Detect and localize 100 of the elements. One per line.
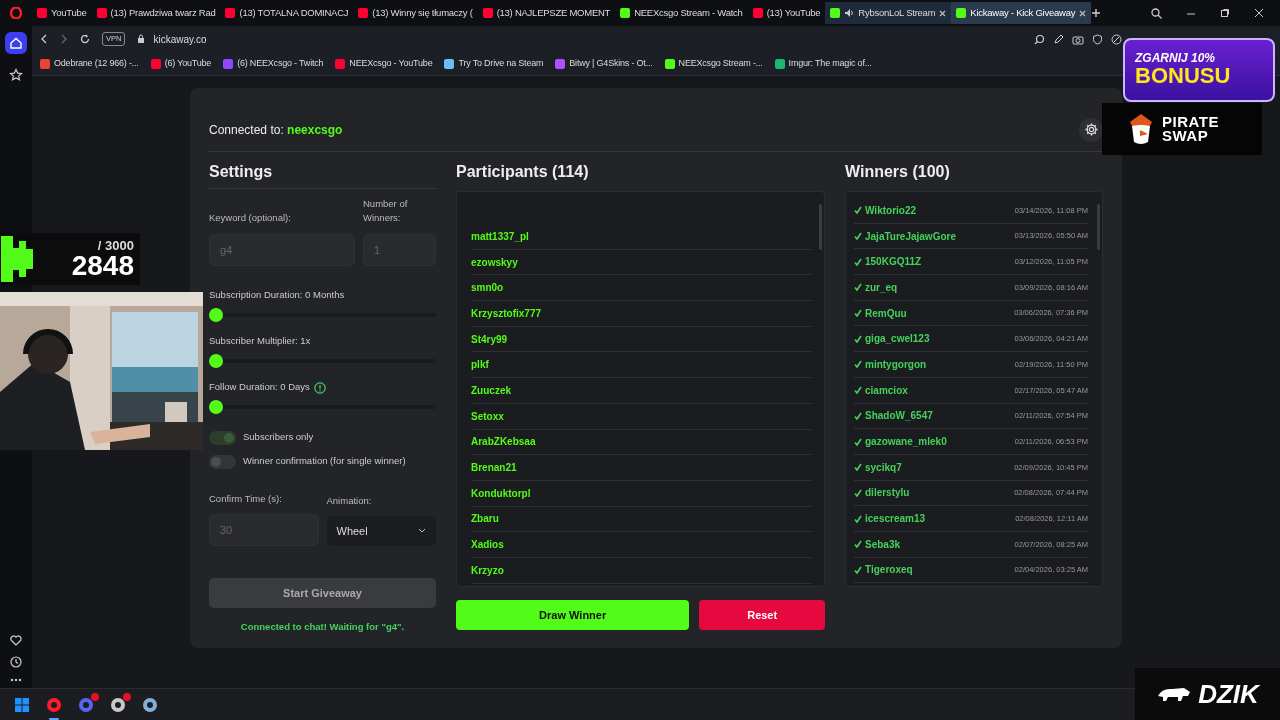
- more-icon[interactable]: [10, 678, 22, 682]
- bookmark-link[interactable]: NEEXcsgo - YouTube: [349, 56, 433, 71]
- close-icon[interactable]: [1254, 8, 1264, 18]
- field-label: Animation:: [326, 493, 373, 508]
- browser-tab[interactable]: (13) NAJLEPSZE MOMENT: [477, 2, 616, 24]
- goal-count: 2848: [71, 251, 134, 280]
- browser-tab[interactable]: (13) Prawdziwa twarz Rad: [91, 2, 221, 24]
- bookmark-link[interactable]: (6) NEEXcsgo - Twitch: [237, 56, 324, 71]
- forward-icon[interactable]: [60, 34, 68, 44]
- participant-name: Zuuczek: [471, 378, 812, 404]
- restore-icon[interactable]: [1220, 8, 1230, 18]
- browser-tab[interactable]: (13) Winny się tłumaczy (: [353, 2, 478, 24]
- participant-name: ezowskyy: [471, 249, 812, 276]
- bookmark-link[interactable]: (6) YouTube: [164, 56, 212, 71]
- participant-name: Xadios: [471, 532, 812, 558]
- check-icon: [854, 206, 862, 215]
- check-icon: [854, 463, 862, 472]
- participant-name: Zbaru: [471, 506, 812, 533]
- app-icon[interactable]: [142, 696, 158, 713]
- clock-icon[interactable]: [10, 656, 22, 668]
- slider-thumb[interactable]: [209, 353, 223, 368]
- participant-name: St4ry99: [471, 326, 812, 353]
- search-icon[interactable]: [1034, 33, 1045, 45]
- winner-name: gazowane_mlek0: [865, 435, 948, 450]
- winner-name: mintygorgon: [865, 357, 928, 372]
- address-field[interactable]: kickaway.co: [153, 31, 207, 47]
- block-icon[interactable]: [1111, 33, 1122, 45]
- check-icon: [854, 386, 862, 395]
- app-icon[interactable]: [46, 696, 62, 713]
- participant-name: Setoxx: [471, 403, 812, 430]
- winner-name: icescream13: [865, 512, 927, 527]
- lock-icon: [137, 34, 146, 44]
- back-icon[interactable]: [40, 34, 48, 44]
- bookmark-link[interactable]: Try To Drive na Steam: [458, 56, 544, 71]
- toggle-label: Winner confirmation (for single winner): [243, 454, 406, 469]
- toggle-switch[interactable]: [209, 430, 236, 445]
- slider-thumb[interactable]: [209, 307, 223, 322]
- winner-name: JajaTureJajawGore: [865, 229, 957, 244]
- check-icon: [854, 309, 862, 318]
- pencil-icon[interactable]: [1053, 33, 1064, 45]
- winner-name: sycikq7: [865, 460, 903, 475]
- sponsor-text: PIRATE: [1162, 114, 1219, 129]
- winner-name: Seba3k: [865, 537, 902, 552]
- chat-status: Connected to chat! Waiting for "g4".: [239, 619, 406, 634]
- draw-winner-button[interactable]: Draw Winner: [456, 600, 690, 630]
- promo-text: BONUSU: [1135, 64, 1232, 88]
- bookmark-link[interactable]: Odebrane (12 966) -...: [54, 56, 139, 71]
- winner-name: ShadoW_6547: [865, 409, 934, 424]
- settings-button[interactable]: [1079, 117, 1103, 142]
- brand-text: DZIK: [1198, 677, 1259, 711]
- participant-name: Konduktorpl: [471, 480, 812, 507]
- bookmark-link[interactable]: Bitwy | G4Skins - Ot...: [569, 56, 653, 71]
- browser-tab[interactable]: YouTube: [32, 2, 92, 24]
- opera-logo-icon[interactable]: [10, 7, 22, 19]
- reset-button[interactable]: Reset: [699, 600, 825, 630]
- browser-tab[interactable]: RybsonLoL Stream: [825, 2, 952, 24]
- plus-icon[interactable]: [1091, 8, 1102, 18]
- section-heading: Winners (100): [845, 162, 951, 182]
- camera-icon[interactable]: [1072, 33, 1084, 45]
- caret-icon: [418, 528, 426, 534]
- reload-icon[interactable]: [80, 34, 90, 44]
- browser-tab[interactable]: Kickaway - Kick Giveaway: [951, 2, 1092, 24]
- browser-tab[interactable]: (13) YouTube: [747, 2, 826, 24]
- speaker-icon[interactable]: [844, 8, 855, 18]
- check-icon: [854, 565, 862, 574]
- shield-icon[interactable]: [1092, 33, 1103, 45]
- check-icon: [854, 283, 862, 292]
- browser-tab[interactable]: NEEXcsgo Stream - Watch: [615, 2, 748, 24]
- close-icon[interactable]: [939, 9, 947, 17]
- bookmark-link[interactable]: Imgur: The magic of...: [788, 56, 872, 71]
- bookmark-link[interactable]: NEEXcsgo Stream -...: [678, 56, 763, 71]
- sponsor-text: SWAP: [1162, 129, 1210, 144]
- field-label: Number of Winners:: [363, 197, 409, 226]
- check-icon: [854, 540, 862, 549]
- winner-name: 150KGQ11Z: [865, 255, 923, 270]
- winner-name: zur_eq: [865, 280, 899, 295]
- toggle-switch[interactable]: [209, 454, 236, 469]
- field-label: Keyword (optional):: [209, 211, 292, 226]
- check-icon: [854, 257, 862, 266]
- check-icon: [854, 360, 862, 369]
- star-icon[interactable]: [9, 68, 23, 82]
- toggle-label: Subscribers only: [243, 430, 314, 445]
- heart-icon[interactable]: [10, 634, 22, 646]
- slider-thumb[interactable]: [209, 399, 223, 414]
- start-icon[interactable]: [14, 696, 30, 713]
- slider-label: Subscriber Multiplier: 1x: [209, 334, 311, 349]
- section-heading: Participants (114): [456, 162, 590, 182]
- app-icon[interactable]: [110, 696, 126, 713]
- browser-tab[interactable]: (13) TOTALNA DOMINACJ: [220, 2, 354, 24]
- goal-total: / 3000: [97, 238, 134, 252]
- slider-label: Subscription Duration: 0 Months: [209, 288, 345, 303]
- close-icon[interactable]: [1079, 9, 1087, 17]
- winner-name: dilerstylu: [865, 486, 911, 501]
- home-icon[interactable]: [9, 36, 23, 50]
- animation-dropdown[interactable]: Wheel: [326, 515, 436, 546]
- participant-name: Brenan21: [471, 455, 812, 481]
- winner-name: ciamciox: [865, 383, 909, 398]
- check-icon: [854, 334, 862, 343]
- search-icon[interactable]: [1151, 7, 1162, 19]
- info-icon[interactable]: [313, 381, 326, 394]
